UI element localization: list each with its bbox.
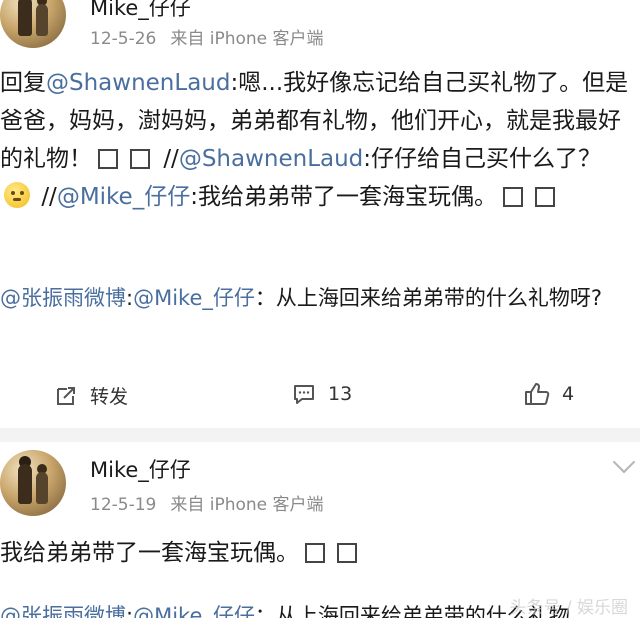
- unknown-glyph-icon: [502, 187, 523, 207]
- comment-text: ：从上海回来给弟弟带的什么礼物呀?: [254, 286, 603, 310]
- forward-text: :仔仔给自己买什么了？: [363, 146, 602, 172]
- comment-count: 13: [328, 383, 353, 405]
- unknown-glyph-icon: [337, 543, 357, 563]
- mention-link[interactable]: @ShawnenLaud: [179, 146, 363, 172]
- username[interactable]: Mike_仔仔: [90, 454, 191, 484]
- mention-link[interactable]: @Mike_仔仔: [133, 286, 255, 310]
- post-meta: 12-5-19 来自 iPhone 客户端: [90, 490, 324, 515]
- post-2: Mike_仔仔 12-5-19 来自 iPhone 客户端 我给弟弟带了一套海宝玩…: [0, 442, 640, 618]
- like-count: 4: [562, 383, 575, 405]
- watermark: 头条号 / 娱乐圈: [509, 598, 628, 618]
- post-body: 我给弟弟带了一套海宝玩偶。: [0, 540, 299, 566]
- action-bar: 转发 13 4: [0, 382, 640, 412]
- mention-link[interactable]: @ShawnenLaud: [46, 70, 230, 96]
- comment-preview[interactable]: @张振雨微博:@Mike_仔仔：从上海回来给弟弟带的什么礼物呀?: [0, 280, 640, 316]
- forward-slash: //: [41, 184, 57, 210]
- unknown-glyph-icon: [534, 187, 555, 207]
- avatar[interactable]: [0, 0, 66, 48]
- repost-icon: [57, 386, 75, 405]
- post-source: 来自 iPhone 客户端: [170, 29, 324, 49]
- thumbs-up-icon: [525, 383, 550, 405]
- forward-text: :我给弟弟带了一套海宝玩偶。: [190, 184, 497, 210]
- mention-link[interactable]: @张振雨微博: [0, 604, 126, 618]
- chevron-down-icon[interactable]: [612, 450, 636, 474]
- repost-label: 转发: [90, 386, 129, 408]
- post-meta: 12-5-26 来自 iPhone 客户端: [90, 24, 324, 49]
- mention-link[interactable]: @张振雨微博: [0, 286, 126, 310]
- forward-slash: //: [163, 146, 179, 172]
- comment-button[interactable]: 13: [292, 382, 352, 406]
- unknown-glyph-icon: [130, 149, 150, 169]
- post-text: 我给弟弟带了一套海宝玩偶。: [0, 534, 634, 572]
- post-date: 12-5-19: [90, 495, 157, 515]
- post-date: 12-5-26: [90, 29, 157, 49]
- post-source: 来自 iPhone 客户端: [170, 495, 324, 515]
- post-text: 回复@ShawnenLaud:嗯...我好像忘记给自己买礼物了。但是爸爸，妈妈，…: [0, 64, 634, 216]
- comment-icon: [294, 385, 314, 404]
- thinking-emoji-icon: [4, 182, 30, 208]
- avatar[interactable]: [0, 450, 66, 516]
- repost-button[interactable]: 转发: [54, 382, 128, 409]
- unknown-glyph-icon: [98, 149, 118, 169]
- mention-link[interactable]: @Mike_仔仔: [133, 604, 255, 618]
- mention-link[interactable]: @Mike_仔仔: [57, 184, 190, 210]
- username[interactable]: Mike_仔仔: [90, 0, 191, 22]
- post-1: Mike_仔仔 12-5-26 来自 iPhone 客户端 回复@ShawnenL…: [0, 0, 640, 440]
- unknown-glyph-icon: [305, 543, 325, 563]
- reply-prefix: 回复: [0, 70, 46, 96]
- like-button[interactable]: 4: [524, 382, 574, 406]
- feed-divider: [0, 428, 640, 442]
